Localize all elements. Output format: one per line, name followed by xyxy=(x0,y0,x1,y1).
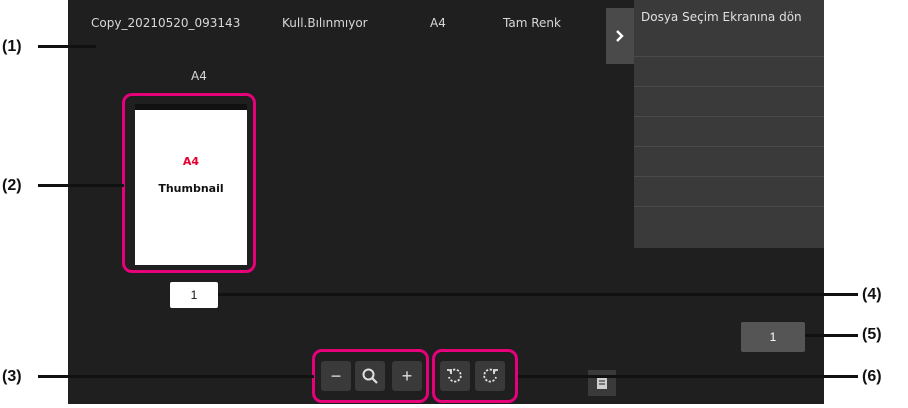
thumbnail-caption: Thumbnail xyxy=(158,182,224,195)
page-thumbnail[interactable]: A4 Thumbnail xyxy=(135,104,247,265)
paper-size: A4 xyxy=(430,16,446,30)
zoom-out-button[interactable]: − xyxy=(321,361,351,391)
callout-5-leader xyxy=(805,334,858,337)
rotate-right-button[interactable] xyxy=(475,361,505,391)
user-name: Kull.Bılınmıyor xyxy=(282,16,368,30)
chevron-right-icon xyxy=(616,30,624,42)
callout-4-leader xyxy=(218,293,858,296)
panel-toggle-button[interactable] xyxy=(606,8,634,64)
thumbnail-page-size: A4 xyxy=(182,155,200,168)
panel-divider xyxy=(634,146,824,147)
callout-1-leader xyxy=(38,45,96,48)
total-pages-button[interactable]: 1 xyxy=(741,322,805,352)
page-number-indicator: 1 xyxy=(170,282,218,308)
document-icon xyxy=(597,377,607,389)
return-to-file-select-label: Dosya Seçim Ekranına dön xyxy=(641,10,802,24)
rotate-left-icon xyxy=(447,368,462,383)
thumbnail-size-label: A4 xyxy=(191,69,207,83)
return-to-file-select-button[interactable]: Dosya Seçim Ekranına dön xyxy=(634,0,824,56)
zoom-button[interactable] xyxy=(355,361,385,391)
callout-6: (6) xyxy=(862,368,882,385)
callout-6-leader xyxy=(518,375,858,378)
callout-1: (1) xyxy=(2,38,22,55)
callout-5: (5) xyxy=(862,326,882,343)
document-button[interactable] xyxy=(588,370,616,396)
magnifier-icon xyxy=(362,368,378,384)
zoom-in-button[interactable]: + xyxy=(392,361,422,391)
callout-4: (4) xyxy=(862,286,882,303)
panel-divider xyxy=(634,206,824,207)
callout-3-leader xyxy=(38,375,314,378)
thumbnail-top-bar xyxy=(135,104,247,110)
panel-divider xyxy=(634,56,824,57)
callout-2-leader xyxy=(38,184,124,187)
rotate-left-button[interactable] xyxy=(440,361,470,391)
side-panel: Dosya Seçim Ekranına dön xyxy=(634,0,824,248)
panel-divider xyxy=(634,176,824,177)
file-name: Copy_20210520_093143 xyxy=(91,16,241,30)
rotate-right-icon xyxy=(483,368,498,383)
panel-divider xyxy=(634,86,824,87)
callout-2: (2) xyxy=(2,177,22,194)
panel-divider xyxy=(634,116,824,117)
callout-3: (3) xyxy=(2,368,22,385)
color-mode: Tam Renk xyxy=(503,16,561,30)
